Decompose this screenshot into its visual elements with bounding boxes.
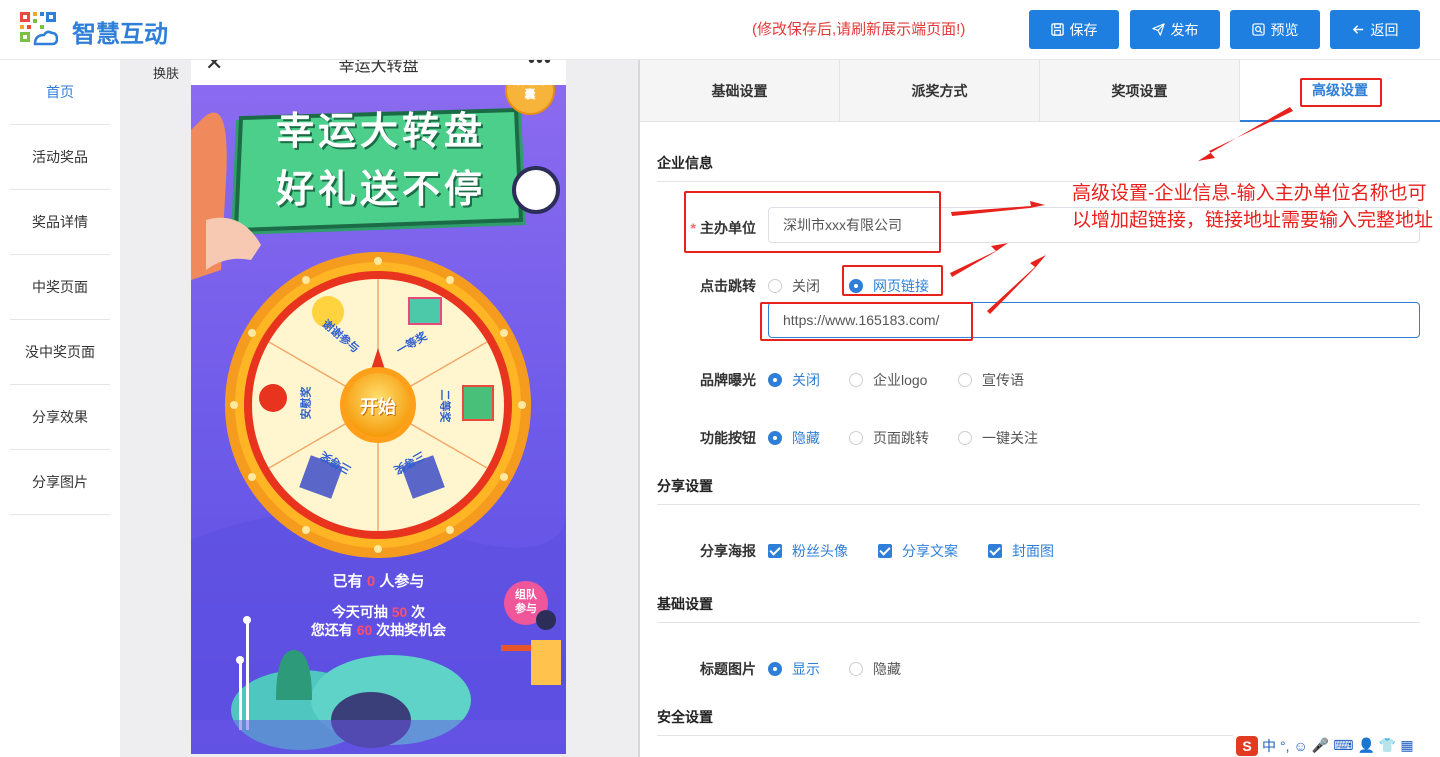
annotation-arrows: [950, 107, 1293, 314]
annotation-text: 高级设置-企业信息-输入主办单位名称也可以增加超链接，链接地址需要输入完整地址: [1072, 183, 1434, 231]
microphone-icon[interactable]: 🎤: [1312, 737, 1329, 754]
emoji-icon[interactable]: ☺: [1294, 738, 1308, 754]
user-icon[interactable]: 👤: [1357, 737, 1374, 754]
keyboard-icon[interactable]: ⌨: [1333, 737, 1353, 754]
sogou-ime-icon[interactable]: S: [1236, 735, 1258, 756]
ime-toolbar: S 中 °, ☺ 🎤 ⌨ 👤 👕 ▦: [1233, 734, 1440, 757]
grid-icon[interactable]: ▦: [1400, 737, 1413, 754]
ime-punct[interactable]: °,: [1280, 738, 1290, 754]
skin-icon[interactable]: 👕: [1379, 737, 1396, 754]
ime-mode[interactable]: 中: [1262, 736, 1276, 756]
